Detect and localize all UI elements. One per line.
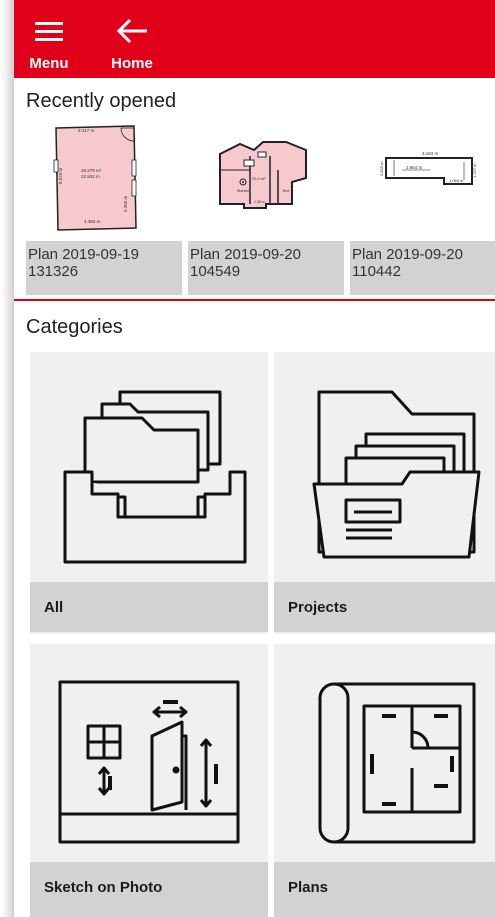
svg-text:3.417 m: 3.417 m [78,128,95,133]
plan-date: Plan 2019-09-19 [28,246,139,263]
section-divider [14,299,495,301]
app-window: Menu Home Recently opened 3.417 m 29.379… [14,0,495,917]
plan-date: Plan 2019-09-20 [190,246,301,263]
recent-plan-card[interactable]: 3.183 m 2.864 m 0.839 m 1.065 m 1.257 m … [350,120,495,298]
plan-id: 131326 [28,263,79,280]
recently-opened-heading: Recently opened [26,90,177,112]
category-sketch-on-photo[interactable]: Sketch on Photo [30,644,268,917]
svg-text:6.029 m: 6.029 m [58,167,63,184]
recent-plan-card[interactable]: Marker Text 33.4 m² 1.38 m Plan 2019-09-… [188,120,344,298]
arrow-left-icon [116,18,147,44]
plan-id: 104549 [190,263,241,280]
plan-caption: Plan 2019-09-20 104549 [188,241,344,295]
plan-caption: Plan 2019-09-20 110442 [350,241,495,295]
svg-text:2.864 m: 2.864 m [406,165,423,170]
plan-date: Plan 2019-09-20 [352,246,463,263]
plan-thumbnail: 3.417 m 29.379 m² 22.932 m 6.029 m 5.365… [26,120,182,240]
svg-text:5.365 m: 5.365 m [123,195,128,212]
home-button[interactable]: Home [97,0,167,78]
plan-thumbnail: 3.183 m 2.864 m 0.839 m 1.065 m 1.257 m [350,120,495,240]
category-label: Projects [274,582,495,632]
hamburger-menu-icon [35,22,63,41]
svg-text:0.839 m: 0.839 m [379,161,384,176]
plan-id: 110442 [352,263,401,280]
home-label: Home [111,55,153,72]
category-projects[interactable]: Projects [274,352,495,634]
plan-thumbnail: Marker Text 33.4 m² 1.38 m [188,120,344,240]
category-label: Sketch on Photo [30,862,268,917]
svg-text:29.379 m²: 29.379 m² [81,168,102,173]
room-sketch-icon [58,680,240,844]
category-label: All [30,582,268,632]
menu-button[interactable]: Menu [14,0,84,78]
svg-text:3.183 m: 3.183 m [422,151,439,156]
folders-tray-icon [63,390,247,564]
window-shadow [0,0,14,917]
svg-text:1.065 m: 1.065 m [449,178,464,183]
svg-text:1.257 m: 1.257 m [472,163,477,178]
open-folder-icon [312,390,481,559]
recent-plan-card[interactable]: 3.417 m 29.379 m² 22.932 m 6.029 m 5.365… [26,120,182,298]
floor-plan-icon [318,682,476,844]
top-bar: Menu Home [14,0,495,78]
menu-label: Menu [29,55,69,72]
svg-text:33.4 m²: 33.4 m² [252,176,266,181]
category-label: Plans [274,862,495,917]
plan-caption: Plan 2019-09-19 131326 [26,241,182,295]
svg-text:4.484 m: 4.484 m [84,219,101,224]
categories-heading: Categories [26,316,123,338]
svg-text:Marker: Marker [237,188,250,193]
category-all[interactable]: All [30,352,268,634]
svg-text:1.38 m: 1.38 m [254,200,265,204]
svg-text:22.932 m: 22.932 m [81,174,100,179]
category-plans[interactable]: Plans [274,644,495,917]
svg-text:Text: Text [282,188,290,193]
